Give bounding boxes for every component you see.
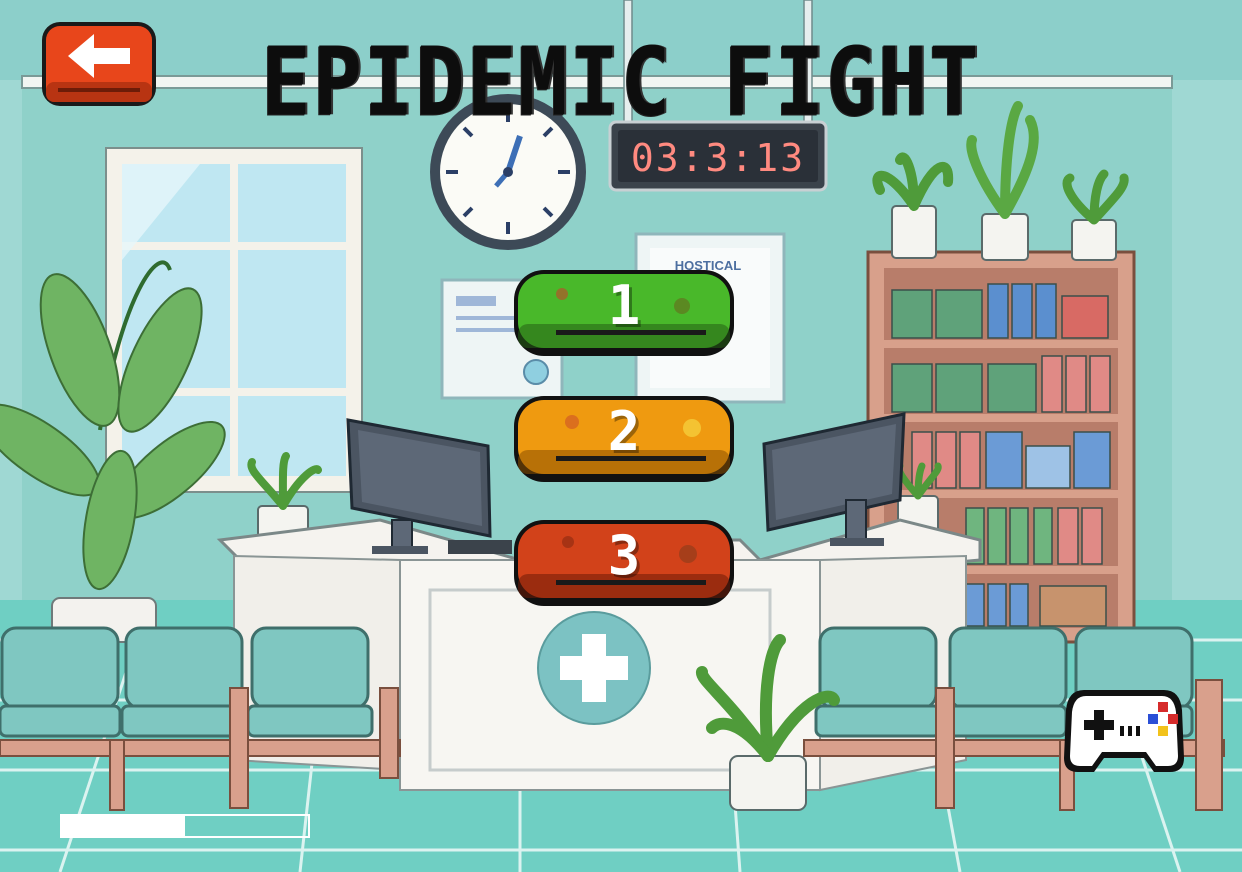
back-arrow-icon xyxy=(42,22,156,106)
level-1-label: 1 xyxy=(607,274,641,337)
game-screen: HOSTICAL EPIDEMIC FIGHT 03:3:13 1 2 3 xyxy=(0,0,1242,872)
gamepad-button[interactable] xyxy=(1062,676,1186,776)
level-2-button[interactable]: 2 xyxy=(512,392,736,484)
level-3-label: 3 xyxy=(607,524,641,587)
level-3-button[interactable]: 3 xyxy=(512,516,736,608)
back-button[interactable] xyxy=(38,18,160,110)
level-1-button[interactable]: 1 xyxy=(512,266,736,358)
gamepad-icon xyxy=(1064,690,1184,772)
progress-fill xyxy=(62,816,185,836)
game-title: EPIDEMIC FIGHT xyxy=(261,28,981,138)
loading-progress-bar xyxy=(60,814,310,838)
level-2-label: 2 xyxy=(607,400,641,463)
clock-display: 03:3:13 xyxy=(630,136,806,180)
